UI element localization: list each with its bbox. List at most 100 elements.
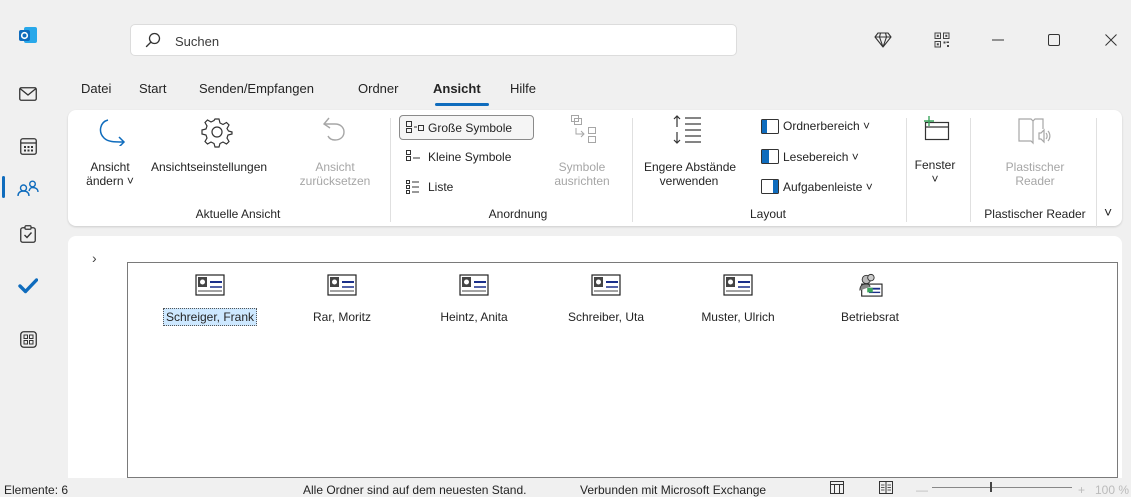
view-settings-button[interactable]: Ansichtseinstellungen [151, 160, 267, 174]
normal-view-icon[interactable] [830, 481, 844, 497]
contact-group-card[interactable]: Betriebsrat [810, 273, 930, 333]
folder-pane-button[interactable]: Ordnerbereich ˅ [783, 119, 870, 133]
ribbon: Ansicht ändern ˅ Ansichtseinstellungen A… [68, 110, 1122, 228]
compact-spacing-button[interactable]: Engere Abstände verwenden [644, 160, 737, 188]
contact-card-icon [723, 274, 753, 296]
rail-selection-indicator [2, 176, 5, 198]
tab-senden-empfangen[interactable]: Senden/Empfangen [199, 81, 314, 96]
todo-bar-button[interactable]: Aufgabenleiste ˅ [783, 180, 873, 194]
app-rail [0, 0, 56, 478]
align-icons-label-1: Symbole [558, 160, 606, 174]
contact-card[interactable]: Heintz, Anita [414, 273, 534, 333]
contact-name-text: Schreiber, Uta [567, 310, 645, 324]
tab-ansicht[interactable]: Ansicht [433, 81, 481, 96]
reset-view-button[interactable]: Ansicht zurücksetzen [295, 160, 375, 188]
list-view-button[interactable]: Liste [428, 180, 453, 194]
change-view-button[interactable]: Ansicht ändern ˅ [82, 160, 138, 188]
status-bar: Elemente: 6 Alle Ordner sind auf dem neu… [0, 478, 1131, 497]
change-view-label-1: Ansicht [90, 160, 130, 174]
contact-name-text: Schreiger, Frank [162, 308, 258, 326]
small-icons-button[interactable]: Kleine Symbole [428, 150, 511, 164]
contacts-view[interactable]: Schreiger, Frank Rar, Moritz Heintz, Ani… [127, 262, 1118, 478]
active-tab-indicator [435, 103, 489, 106]
contact-card-icon [459, 274, 489, 296]
group-separator [390, 118, 391, 222]
outlook-logo-icon[interactable] [16, 23, 40, 47]
group-separator [906, 118, 907, 222]
mail-icon[interactable] [16, 82, 40, 106]
align-icons-button[interactable]: Symbole ausrichten [542, 160, 622, 188]
contact-card[interactable]: Schreiger, Frank [150, 273, 270, 333]
reset-view-label-1: Ansicht [315, 160, 355, 174]
reset-view-label-2: zurücksetzen [299, 174, 371, 188]
zoom-in-button[interactable]: + [1078, 483, 1085, 497]
reading-view-icon[interactable] [879, 481, 893, 497]
reset-view-icon [321, 115, 349, 146]
people-icon[interactable] [16, 176, 40, 200]
tab-start[interactable]: Start [139, 81, 166, 96]
minimize-icon[interactable] [988, 30, 1008, 50]
immersive-reader-label-1: Plastischer [1005, 160, 1065, 174]
compact-spacing-label-1: Engere Abstände [644, 160, 737, 174]
contact-card[interactable]: Schreiber, Uta [546, 273, 666, 333]
tab-hilfe[interactable]: Hilfe [510, 81, 536, 96]
contact-name-label: Heintz, Anita [414, 310, 534, 324]
group-label-plastischer-reader: Plastischer Reader [984, 207, 1086, 221]
tab-datei[interactable]: Datei [81, 81, 111, 96]
zoom-level[interactable]: 100 % [1095, 483, 1129, 497]
close-icon[interactable] [1101, 30, 1121, 50]
immersive-reader-button[interactable]: Plastischer Reader [990, 160, 1080, 188]
calendar-icon[interactable] [16, 134, 40, 158]
expand-folder-pane-icon[interactable]: › [92, 250, 97, 266]
folder-pane-icon [761, 119, 779, 137]
window-button[interactable]: Fenster ˅ [910, 158, 960, 186]
contact-name-text: Heintz, Anita [440, 310, 508, 324]
contact-name-label: Schreiger, Frank [150, 308, 270, 326]
contact-group-icon [859, 273, 883, 297]
list-view-icon [406, 180, 420, 197]
more-apps-icon[interactable] [16, 327, 40, 351]
contact-name-label: Muster, Ulrich [678, 310, 798, 324]
todo-check-icon[interactable] [16, 274, 40, 298]
maximize-icon[interactable] [1044, 30, 1064, 50]
window-label: Fenster [914, 158, 956, 172]
align-icons-icon [570, 114, 598, 147]
view-settings-gear-icon [201, 116, 233, 151]
contact-card-icon [591, 274, 621, 296]
small-icons-icon [406, 150, 424, 165]
ribbon-collapse-chevron-icon[interactable]: ˅ [1104, 204, 1112, 220]
contact-name-label: Schreiber, Uta [546, 310, 666, 324]
tab-ordner[interactable]: Ordner [358, 81, 398, 96]
zoom-slider-track[interactable] [932, 487, 1072, 488]
group-separator [970, 118, 971, 222]
search-icon [145, 32, 161, 51]
change-view-label-2: ändern ˅ [86, 174, 134, 188]
connection-status: Verbunden mit Microsoft Exchange [580, 483, 767, 497]
large-icons-button[interactable]: Große Symbole [428, 121, 512, 135]
item-count: Elemente: 6 [4, 483, 69, 497]
premium-diamond-icon[interactable] [873, 30, 893, 50]
search-placeholder: Suchen [175, 34, 220, 49]
immersive-reader-label-2: Reader [1015, 174, 1055, 188]
compact-spacing-label-2: verwenden [659, 174, 719, 188]
reading-pane-button[interactable]: Lesebereich ˅ [783, 150, 859, 164]
sync-status: Alle Ordner sind auf dem neuesten Stand. [303, 483, 527, 497]
new-window-icon [920, 115, 950, 144]
group-label-layout: Layout [749, 207, 787, 221]
contact-card-icon [327, 274, 357, 296]
contact-card[interactable]: Rar, Moritz [282, 273, 402, 333]
contact-name-text: Muster, Ulrich [701, 310, 775, 324]
tasks-icon[interactable] [16, 222, 40, 246]
group-label-anordnung: Anordnung [488, 207, 548, 221]
search-box[interactable]: Suchen [130, 24, 737, 56]
change-view-icon [94, 118, 128, 149]
zoom-slider-thumb[interactable] [990, 482, 992, 492]
reading-pane-icon [761, 149, 779, 167]
window-chevron: ˅ [931, 172, 939, 186]
coach-qr-icon[interactable] [932, 30, 952, 50]
align-icons-label-2: ausrichten [554, 174, 610, 188]
contact-name-label: Rar, Moritz [282, 310, 402, 324]
zoom-out-button[interactable]: — [916, 483, 928, 497]
group-separator [632, 118, 633, 222]
contact-card[interactable]: Muster, Ulrich [678, 273, 798, 333]
